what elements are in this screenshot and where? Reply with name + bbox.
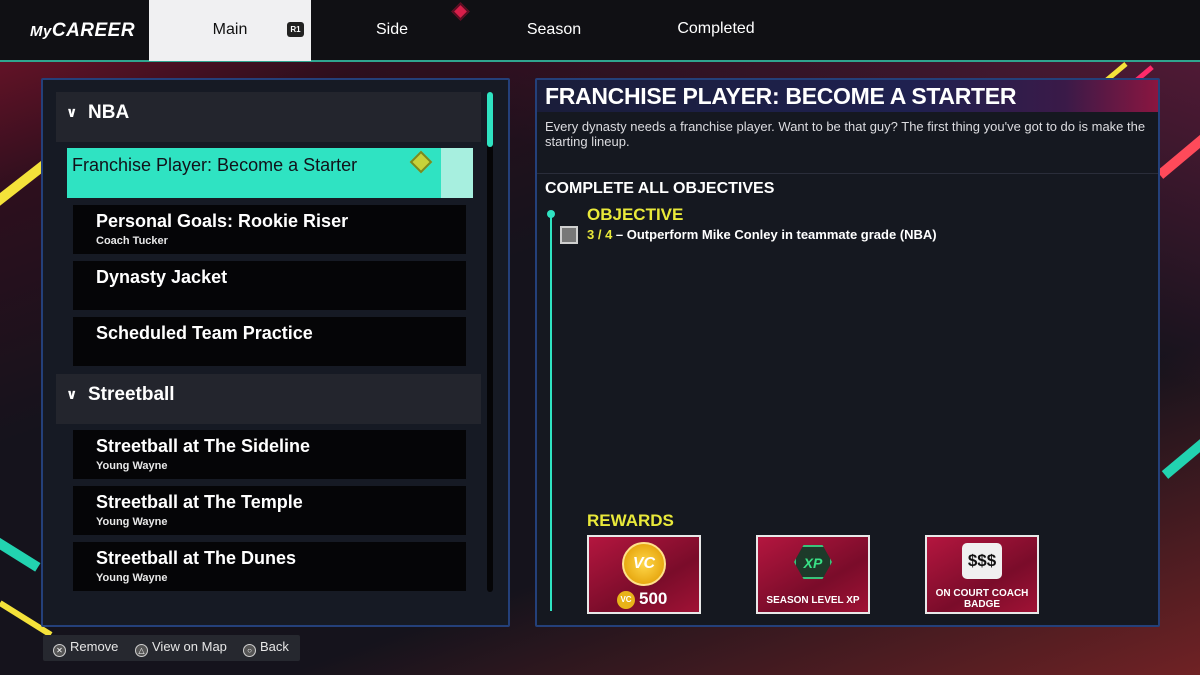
help-label: Back [260,639,289,654]
help-view-on-map[interactable]: △ View on Map [135,639,227,657]
detail-title: FRANCHISE PLAYER: BECOME A STARTER [545,83,1017,109]
tab-completed[interactable]: Completed [635,0,797,61]
decor-stripe [1161,432,1200,479]
rewards-heading: REWARDS [587,511,674,530]
quest-title: Dynasty Jacket [96,267,228,287]
group-header-streetball[interactable]: ∨ Streetball [56,374,481,424]
help-label: Remove [70,639,119,654]
quest-giver: Young Wayne [96,516,168,528]
group-label: NBA [88,102,130,123]
tab-label: Season [526,21,582,38]
quest-item-selected[interactable]: Franchise Player: Become a Starter [67,148,473,198]
objective-checkbox [560,226,578,244]
tab-main[interactable]: Main R1 [149,0,311,61]
reward-label: ON COURT COACH BADGE [935,588,1029,610]
quest-title: Franchise Player: Become a Starter [72,155,358,175]
tab-season[interactable]: Season [473,0,635,61]
quest-item[interactable]: Streetball at The Sideline Young Wayne [73,430,466,479]
vc-small-icon: VC [617,591,635,609]
quest-item[interactable]: Streetball at The Temple Young Wayne [73,486,466,535]
help-label: View on Map [152,639,227,654]
objective-text: 3 / 4 – Outperform Mike Conley in teamma… [587,227,937,242]
objectives-heading: COMPLETE ALL OBJECTIVES [545,180,775,197]
quest-item[interactable]: Streetball at The Dunes Young Wayne [73,542,466,591]
circle-button-icon: ○ [243,644,256,657]
reward-season-xp[interactable]: XP SEASON LEVEL XP [756,535,870,614]
triangle-button-icon: △ [135,644,148,657]
quest-giver: Young Wayne [96,572,168,584]
tab-side[interactable]: Side [311,0,473,61]
reward-label: SEASON LEVEL XP [766,595,860,606]
objective-description: – Outperform Mike Conley in teammate gra… [612,227,937,242]
selection-tail [441,148,473,198]
objective-progress: 3 / 4 [587,227,613,242]
button-help-bar: ✕ Remove △ View on Map ○ Back [43,635,300,661]
scrollbar-thumb[interactable] [487,92,493,147]
vc-coin-icon: VC [622,542,666,586]
quest-title: Personal Goals: Rookie Riser [96,211,349,231]
quest-item[interactable]: Dynasty Jacket [73,261,466,310]
group-label: Streetball [88,384,175,405]
help-remove[interactable]: ✕ Remove [53,639,118,657]
vc-amount: 500 [639,589,668,608]
mycareer-logo: MyCAREER [30,20,136,41]
divider [537,173,1158,174]
scrollbar[interactable] [487,92,493,592]
timeline-dot [547,210,555,218]
r1-button-icon: R1 [287,22,304,37]
decor-stripe [0,520,41,572]
quest-list-panel: ∨ NBA Franchise Player: Become a Starter… [41,78,510,627]
top-bar: MyCAREER Main R1 Side Season Completed [0,0,1200,62]
detail-title-bar: FRANCHISE PLAYER: BECOME A STARTER [537,80,1158,112]
reward-vc[interactable]: VC VC 500 [587,535,701,614]
chevron-down-icon: ∨ [66,386,78,402]
group-header-nba[interactable]: ∨ NBA [56,92,481,142]
quest-item[interactable]: Scheduled Team Practice [73,317,466,366]
quest-title: Streetball at The Dunes [96,548,297,568]
quest-giver: Young Wayne [96,460,168,472]
chevron-down-icon: ∨ [66,104,78,120]
cross-button-icon: ✕ [53,644,66,657]
quest-item[interactable]: Personal Goals: Rookie Riser Coach Tucke… [73,205,466,254]
quest-giver: Coach Tucker [96,235,168,247]
tab-label: Side [375,21,409,38]
xp-icon: XP [794,545,832,579]
tab-label: Main [212,21,248,38]
detail-description: Every dynasty needs a franchise player. … [545,119,1146,149]
quest-detail-panel: FRANCHISE PLAYER: BECOME A STARTER Every… [535,78,1160,627]
coach-badge-icon: $$$ [962,543,1002,579]
decor-stripe [1156,126,1200,179]
quest-title: Scheduled Team Practice [96,323,313,343]
objective-timeline [550,214,552,611]
reward-coach-badge[interactable]: $$$ ON COURT COACH BADGE [925,535,1039,614]
help-back[interactable]: ○ Back [243,639,289,657]
tab-label: Completed [677,20,755,37]
quest-title: Streetball at The Temple [96,492,303,512]
objective-heading: OBJECTIVE [587,205,684,224]
quest-title: Streetball at The Sideline [96,436,311,456]
tracked-quest-icon [409,150,433,174]
